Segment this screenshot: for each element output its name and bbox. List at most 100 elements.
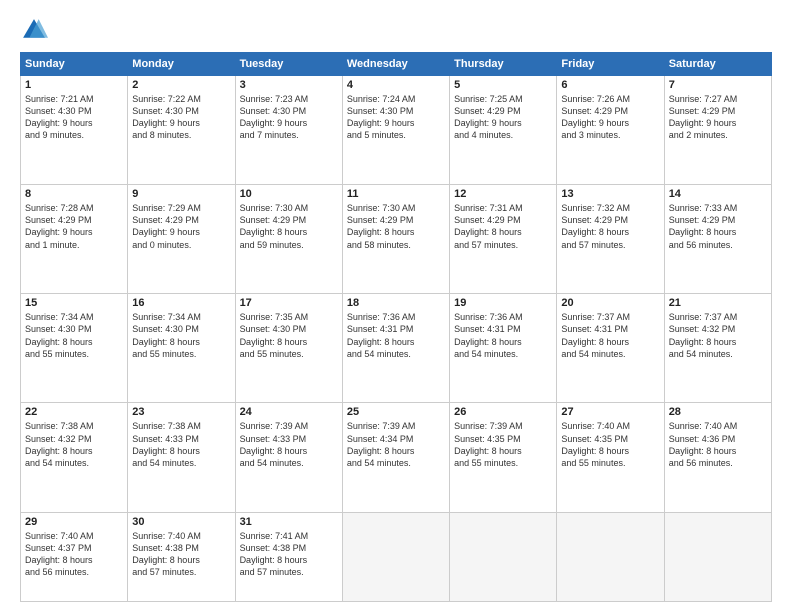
- day-number: 27: [561, 406, 659, 418]
- day-number: 23: [132, 406, 230, 418]
- day-number: 5: [454, 79, 552, 91]
- calendar-cell: 7 Sunrise: 7:27 AMSunset: 4:29 PMDaylight…: [664, 76, 771, 185]
- day-number: 16: [132, 297, 230, 309]
- day-info: Sunrise: 7:38 AMSunset: 4:32 PMDaylight:…: [25, 420, 123, 469]
- calendar-cell: 18Sunrise: 7:36 AMSunset: 4:31 PMDayligh…: [342, 294, 449, 403]
- day-info: Sunrise: 7:23 AMSunset: 4:30 PMDaylight:…: [240, 93, 338, 142]
- day-info: Sunrise: 7:21 AMSunset: 4:30 PMDaylight:…: [25, 93, 123, 142]
- day-info: Sunrise: 7:34 AMSunset: 4:30 PMDaylight:…: [132, 311, 230, 360]
- day-info: Sunrise: 7:41 AMSunset: 4:38 PMDaylight:…: [240, 530, 338, 579]
- day-number: 30: [132, 516, 230, 528]
- day-number: 6: [561, 79, 659, 91]
- calendar-cell: 6 Sunrise: 7:26 AMSunset: 4:29 PMDaylight…: [557, 76, 664, 185]
- day-info: Sunrise: 7:39 AMSunset: 4:35 PMDaylight:…: [454, 420, 552, 469]
- day-info: Sunrise: 7:25 AMSunset: 4:29 PMDaylight:…: [454, 93, 552, 142]
- day-number: 24: [240, 406, 338, 418]
- calendar-cell: 17 Sunrise: 7:35 AMSunset: 4:30 PMDayligh…: [235, 294, 342, 403]
- calendar-cell: 1 Sunrise: 7:21 AMSunset: 4:30 PMDaylight…: [21, 76, 128, 185]
- day-number: 15: [25, 297, 123, 309]
- day-info: Sunrise: 7:32 AMSunset: 4:29 PMDaylight:…: [561, 202, 659, 251]
- col-header-monday: Monday: [128, 53, 235, 76]
- calendar-cell: 22Sunrise: 7:38 AMSunset: 4:32 PMDayligh…: [21, 403, 128, 512]
- col-header-sunday: Sunday: [21, 53, 128, 76]
- calendar-cell: [342, 512, 449, 601]
- day-info: Sunrise: 7:29 AMSunset: 4:29 PMDaylight:…: [132, 202, 230, 251]
- day-number: 25: [347, 406, 445, 418]
- day-number: 1: [25, 79, 123, 91]
- day-number: 19: [454, 297, 552, 309]
- day-info: Sunrise: 7:39 AMSunset: 4:33 PMDaylight:…: [240, 420, 338, 469]
- day-number: 21: [669, 297, 767, 309]
- day-number: 8: [25, 188, 123, 200]
- calendar-cell: 16 Sunrise: 7:34 AMSunset: 4:30 PMDayligh…: [128, 294, 235, 403]
- header: [20, 16, 772, 44]
- day-info: Sunrise: 7:22 AMSunset: 4:30 PMDaylight:…: [132, 93, 230, 142]
- calendar-cell: [450, 512, 557, 601]
- day-number: 2: [132, 79, 230, 91]
- calendar-cell: 15 Sunrise: 7:34 AMSunset: 4:30 PMDayligh…: [21, 294, 128, 403]
- logo-icon: [20, 16, 48, 44]
- col-header-saturday: Saturday: [664, 53, 771, 76]
- calendar-cell: 13 Sunrise: 7:32 AMSunset: 4:29 PMDayligh…: [557, 185, 664, 294]
- day-number: 7: [669, 79, 767, 91]
- calendar-cell: 31 Sunrise: 7:41 AMSunset: 4:38 PMDayligh…: [235, 512, 342, 601]
- calendar-cell: 14 Sunrise: 7:33 AMSunset: 4:29 PMDayligh…: [664, 185, 771, 294]
- calendar-cell: 12Sunrise: 7:31 AMSunset: 4:29 PMDayligh…: [450, 185, 557, 294]
- day-info: Sunrise: 7:39 AMSunset: 4:34 PMDaylight:…: [347, 420, 445, 469]
- col-header-thursday: Thursday: [450, 53, 557, 76]
- calendar-cell: 28 Sunrise: 7:40 AMSunset: 4:36 PMDayligh…: [664, 403, 771, 512]
- day-info: Sunrise: 7:35 AMSunset: 4:30 PMDaylight:…: [240, 311, 338, 360]
- logo: [20, 16, 52, 44]
- day-info: Sunrise: 7:30 AMSunset: 4:29 PMDaylight:…: [347, 202, 445, 251]
- day-number: 26: [454, 406, 552, 418]
- day-info: Sunrise: 7:40 AMSunset: 4:38 PMDaylight:…: [132, 530, 230, 579]
- day-number: 14: [669, 188, 767, 200]
- calendar-cell: 10Sunrise: 7:30 AMSunset: 4:29 PMDayligh…: [235, 185, 342, 294]
- col-header-friday: Friday: [557, 53, 664, 76]
- calendar-cell: 11 Sunrise: 7:30 AMSunset: 4:29 PMDayligh…: [342, 185, 449, 294]
- day-info: Sunrise: 7:37 AMSunset: 4:31 PMDaylight:…: [561, 311, 659, 360]
- day-info: Sunrise: 7:24 AMSunset: 4:30 PMDaylight:…: [347, 93, 445, 142]
- calendar-table: SundayMondayTuesdayWednesdayThursdayFrid…: [20, 52, 772, 602]
- day-info: Sunrise: 7:36 AMSunset: 4:31 PMDaylight:…: [454, 311, 552, 360]
- day-number: 13: [561, 188, 659, 200]
- calendar-cell: 21 Sunrise: 7:37 AMSunset: 4:32 PMDayligh…: [664, 294, 771, 403]
- day-number: 11: [347, 188, 445, 200]
- day-info: Sunrise: 7:26 AMSunset: 4:29 PMDaylight:…: [561, 93, 659, 142]
- day-number: 9: [132, 188, 230, 200]
- day-number: 4: [347, 79, 445, 91]
- day-number: 28: [669, 406, 767, 418]
- calendar-cell: 29Sunrise: 7:40 AMSunset: 4:37 PMDayligh…: [21, 512, 128, 601]
- calendar-cell: 3 Sunrise: 7:23 AMSunset: 4:30 PMDaylight…: [235, 76, 342, 185]
- calendar-cell: 24 Sunrise: 7:39 AMSunset: 4:33 PMDayligh…: [235, 403, 342, 512]
- day-number: 18: [347, 297, 445, 309]
- calendar-cell: 2 Sunrise: 7:22 AMSunset: 4:30 PMDaylight…: [128, 76, 235, 185]
- calendar-cell: 8 Sunrise: 7:28 AMSunset: 4:29 PMDaylight…: [21, 185, 128, 294]
- day-info: Sunrise: 7:31 AMSunset: 4:29 PMDaylight:…: [454, 202, 552, 251]
- day-info: Sunrise: 7:37 AMSunset: 4:32 PMDaylight:…: [669, 311, 767, 360]
- calendar-cell: 23 Sunrise: 7:38 AMSunset: 4:33 PMDayligh…: [128, 403, 235, 512]
- day-info: Sunrise: 7:30 AMSunset: 4:29 PMDaylight:…: [240, 202, 338, 251]
- calendar-cell: 27 Sunrise: 7:40 AMSunset: 4:35 PMDayligh…: [557, 403, 664, 512]
- calendar-cell: 9 Sunrise: 7:29 AMSunset: 4:29 PMDaylight…: [128, 185, 235, 294]
- day-info: Sunrise: 7:38 AMSunset: 4:33 PMDaylight:…: [132, 420, 230, 469]
- day-info: Sunrise: 7:33 AMSunset: 4:29 PMDaylight:…: [669, 202, 767, 251]
- day-number: 31: [240, 516, 338, 528]
- day-number: 17: [240, 297, 338, 309]
- day-info: Sunrise: 7:40 AMSunset: 4:37 PMDaylight:…: [25, 530, 123, 579]
- calendar-cell: 26 Sunrise: 7:39 AMSunset: 4:35 PMDayligh…: [450, 403, 557, 512]
- calendar-cell: 20 Sunrise: 7:37 AMSunset: 4:31 PMDayligh…: [557, 294, 664, 403]
- day-info: Sunrise: 7:28 AMSunset: 4:29 PMDaylight:…: [25, 202, 123, 251]
- day-info: Sunrise: 7:34 AMSunset: 4:30 PMDaylight:…: [25, 311, 123, 360]
- calendar-cell: 25 Sunrise: 7:39 AMSunset: 4:34 PMDayligh…: [342, 403, 449, 512]
- page: SundayMondayTuesdayWednesdayThursdayFrid…: [0, 0, 792, 612]
- day-number: 3: [240, 79, 338, 91]
- day-number: 20: [561, 297, 659, 309]
- day-info: Sunrise: 7:40 AMSunset: 4:36 PMDaylight:…: [669, 420, 767, 469]
- calendar-cell: [664, 512, 771, 601]
- day-info: Sunrise: 7:40 AMSunset: 4:35 PMDaylight:…: [561, 420, 659, 469]
- calendar-cell: 30 Sunrise: 7:40 AMSunset: 4:38 PMDayligh…: [128, 512, 235, 601]
- calendar-cell: [557, 512, 664, 601]
- day-info: Sunrise: 7:27 AMSunset: 4:29 PMDaylight:…: [669, 93, 767, 142]
- calendar-cell: 5 Sunrise: 7:25 AMSunset: 4:29 PMDaylight…: [450, 76, 557, 185]
